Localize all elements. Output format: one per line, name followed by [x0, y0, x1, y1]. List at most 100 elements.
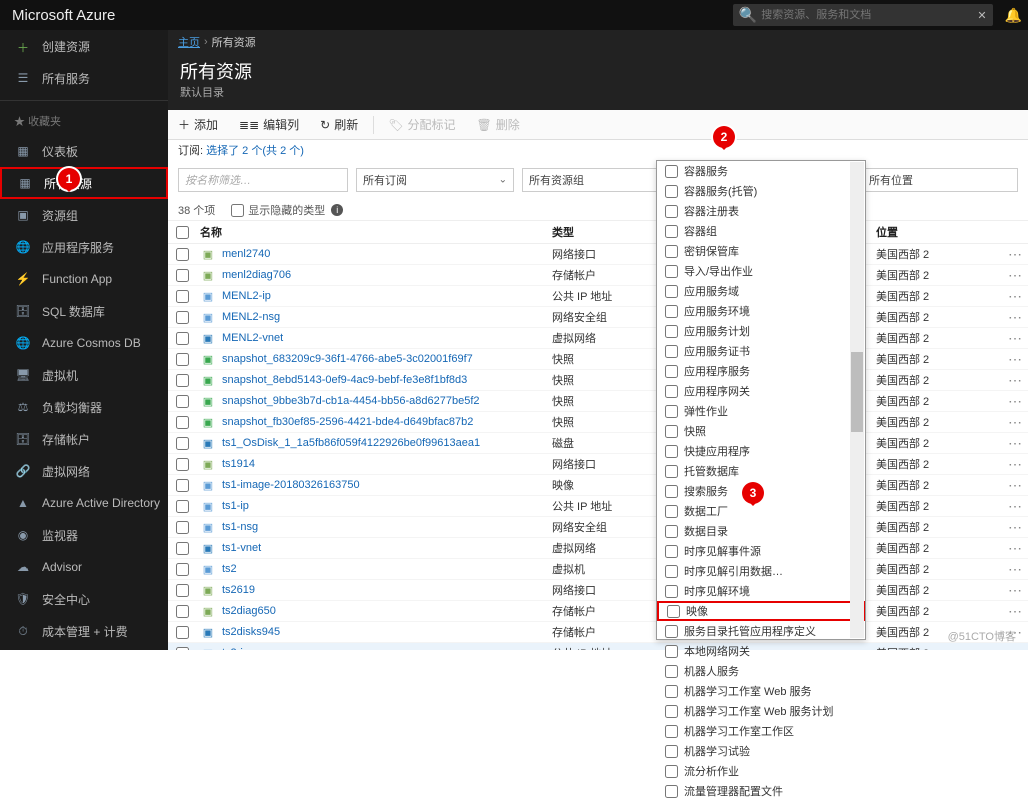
resource-name[interactable]: snapshot_fb30ef85-2596-4421-bde4-d649bfa… [222, 416, 473, 428]
dropdown-checkbox[interactable] [665, 165, 678, 178]
dropdown-item[interactable]: 容器注册表 [657, 201, 865, 221]
row-checkbox[interactable] [176, 563, 189, 576]
row-checkbox[interactable] [176, 269, 189, 282]
clear-icon[interactable]: ✕ [977, 9, 986, 22]
dropdown-checkbox[interactable] [665, 285, 678, 298]
nav-item[interactable]: 🗄SQL 数据库 [0, 295, 168, 327]
nav-item[interactable]: 🌐Azure Cosmos DB [0, 327, 168, 359]
row-checkbox[interactable] [176, 437, 189, 450]
row-checkbox[interactable] [176, 584, 189, 597]
col-header-name[interactable]: 名称 [196, 221, 552, 243]
toolbar-add[interactable]: ＋添加 [168, 110, 229, 140]
dropdown-item[interactable]: 机器人服务 [657, 661, 865, 681]
dropdown-item[interactable]: 数据目录 [657, 521, 865, 541]
dropdown-checkbox[interactable] [665, 645, 678, 658]
dropdown-checkbox[interactable] [665, 325, 678, 338]
nav-item[interactable]: ☁Advisor [0, 551, 168, 583]
row-checkbox[interactable] [176, 626, 189, 639]
resource-name[interactable]: ts2 [222, 563, 237, 575]
dropdown-checkbox[interactable] [665, 505, 678, 518]
dropdown-checkbox[interactable] [665, 765, 678, 778]
resource-name[interactable]: menl2diag706 [222, 269, 291, 281]
dropdown-item[interactable]: 应用服务证书 [657, 341, 865, 361]
dropdown-checkbox[interactable] [665, 565, 678, 578]
dropdown-checkbox[interactable] [665, 745, 678, 758]
scrollbar-thumb[interactable] [851, 352, 863, 432]
resource-name[interactable]: ts2diag650 [222, 605, 276, 617]
dropdown-checkbox[interactable] [665, 245, 678, 258]
nav-item[interactable]: ⚖负载均衡器 [0, 391, 168, 423]
select-all-checkbox[interactable] [176, 226, 189, 239]
dropdown-item[interactable]: 应用程序网关 [657, 381, 865, 401]
dropdown-item[interactable]: 本地网络网关 [657, 641, 865, 661]
dropdown-checkbox[interactable] [665, 725, 678, 738]
resource-name[interactable]: MENL2-vnet [222, 332, 283, 344]
dropdown-checkbox[interactable] [665, 465, 678, 478]
type-dropdown[interactable]: 容器服务容器服务(托管)容器注册表容器组密钥保管库导入/导出作业应用服务域应用服… [656, 160, 866, 640]
toolbar-refresh[interactable]: ↻刷新 [310, 110, 369, 140]
dropdown-item[interactable]: 应用服务域 [657, 281, 865, 301]
show-hidden-checkbox[interactable] [231, 204, 244, 217]
dropdown-item[interactable]: 密钥保管库 [657, 241, 865, 261]
dropdown-checkbox[interactable] [665, 485, 678, 498]
dropdown-item[interactable]: 导入/导出作业 [657, 261, 865, 281]
notifications-icon[interactable]: 🔔 [999, 7, 1028, 24]
dropdown-checkbox[interactable] [667, 605, 680, 618]
dropdown-checkbox[interactable] [665, 385, 678, 398]
dropdown-item[interactable]: 弹性作业 [657, 401, 865, 421]
dropdown-checkbox[interactable] [665, 585, 678, 598]
crumb-home[interactable]: 主页 [178, 34, 200, 50]
row-checkbox[interactable] [176, 416, 189, 429]
nav-item[interactable]: 🔗虚拟网络 [0, 455, 168, 487]
row-checkbox[interactable] [176, 647, 189, 651]
show-hidden-toggle[interactable]: 显示隐藏的类型 i [223, 202, 343, 218]
dropdown-item[interactable]: 应用服务计划 [657, 321, 865, 341]
location-filter[interactable]: 所有位置 [862, 168, 1018, 192]
dropdown-item[interactable]: 机器学习工作室工作区 [657, 721, 865, 741]
resource-name[interactable]: ts1-ip [222, 500, 249, 512]
dropdown-checkbox[interactable] [665, 365, 678, 378]
resource-name[interactable]: ts1914 [222, 458, 255, 470]
dropdown-scrollbar[interactable] [850, 162, 864, 638]
row-checkbox[interactable] [176, 332, 189, 345]
dropdown-checkbox[interactable] [665, 665, 678, 678]
dropdown-item[interactable]: 容器服务 [657, 161, 865, 181]
dropdown-checkbox[interactable] [665, 305, 678, 318]
dropdown-checkbox[interactable] [665, 225, 678, 238]
nav-item[interactable]: ◉监视器 [0, 519, 168, 551]
resource-name[interactable]: menl2740 [222, 248, 270, 260]
row-checkbox[interactable] [176, 374, 189, 387]
dropdown-checkbox[interactable] [665, 705, 678, 718]
dropdown-item[interactable]: 数据工厂 [657, 501, 865, 521]
dropdown-item[interactable]: 快照 [657, 421, 865, 441]
resource-name[interactable]: ts1-vnet [222, 542, 261, 554]
dropdown-item[interactable]: 应用服务环境 [657, 301, 865, 321]
nav-item[interactable]: ▦仪表板 [0, 135, 168, 167]
row-checkbox[interactable] [176, 479, 189, 492]
dropdown-checkbox[interactable] [665, 205, 678, 218]
row-checkbox[interactable] [176, 311, 189, 324]
nav-create-resource[interactable]: ＋ 创建资源 [0, 30, 168, 62]
dropdown-item[interactable]: 时序见解环境 [657, 581, 865, 601]
col-header-loc[interactable]: 位置 [876, 221, 1016, 243]
dropdown-item[interactable]: 容器组 [657, 221, 865, 241]
dropdown-checkbox[interactable] [665, 545, 678, 558]
dropdown-item[interactable]: 托管数据库 [657, 461, 865, 481]
row-checkbox[interactable] [176, 395, 189, 408]
dropdown-item[interactable]: 流量管理器配置文件 [657, 781, 865, 801]
name-filter[interactable]: 按名称筛选… [178, 168, 348, 192]
resource-name[interactable]: ts1-nsg [222, 521, 258, 533]
dropdown-item[interactable]: 流分析作业 [657, 761, 865, 781]
global-search[interactable]: 🔍 ✕ [733, 4, 993, 26]
nav-item[interactable]: ⏱成本管理 + 计费 [0, 615, 168, 647]
resource-name[interactable]: snapshot_683209c9-36f1-4766-abe5-3c02001… [222, 353, 473, 365]
nav-item[interactable]: 🛡安全中心 [0, 583, 168, 615]
dropdown-checkbox[interactable] [665, 525, 678, 538]
row-checkbox[interactable] [176, 500, 189, 513]
resource-name[interactable]: ts1-image-20180326163750 [222, 479, 360, 491]
resource-name[interactable]: ts2619 [222, 584, 255, 596]
resource-name[interactable]: snapshot_8ebd5143-0ef9-4ac9-bebf-fe3e8f1… [222, 374, 467, 386]
dropdown-item[interactable]: 机器学习工作室 Web 服务 [657, 681, 865, 701]
nav-item[interactable]: 🌐应用程序服务 [0, 231, 168, 263]
dropdown-checkbox[interactable] [665, 345, 678, 358]
